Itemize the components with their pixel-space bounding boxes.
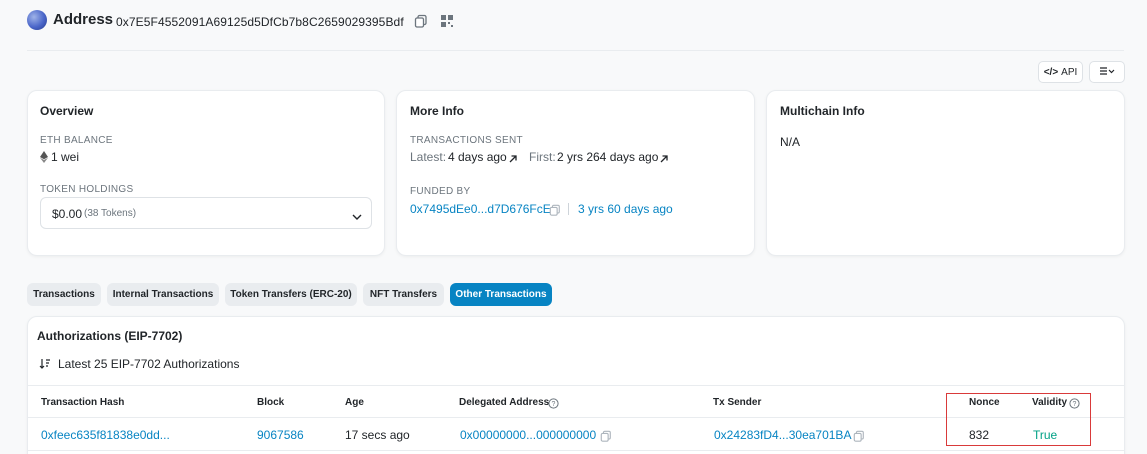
funded-by-age[interactable]: 3 yrs 60 days ago xyxy=(578,202,673,216)
tx-sender-link[interactable]: 0x24283fD4...30ea701BA xyxy=(714,428,851,442)
column-header-block: Block xyxy=(257,397,285,408)
api-button[interactable]: </> API xyxy=(1038,61,1083,83)
column-header-age[interactable]: Age xyxy=(345,397,364,408)
first-label: First: xyxy=(529,150,556,164)
authorizations-subtitle: Latest 25 EIP-7702 Authorizations xyxy=(58,357,240,371)
tx-hash-link[interactable]: 0xfeec635f81838e0dd... xyxy=(41,428,170,442)
chevron-down-icon xyxy=(352,208,362,226)
list-filter-icon xyxy=(1099,66,1115,79)
block-link[interactable]: 9067586 xyxy=(257,428,304,442)
qr-code-icon[interactable] xyxy=(440,14,454,28)
multichain-value: N/A xyxy=(780,135,801,149)
table-row-divider xyxy=(28,450,1124,451)
copy-icon[interactable] xyxy=(600,429,612,447)
overview-title: Overview xyxy=(40,104,94,118)
token-count: (38 Tokens) xyxy=(84,208,137,219)
tab-other-transactions[interactable]: Other Transactions xyxy=(450,283,552,306)
copy-icon[interactable] xyxy=(414,14,428,28)
eth-icon xyxy=(40,150,48,168)
highlight-annotation-box xyxy=(946,393,1091,446)
api-button-label: API xyxy=(1061,66,1078,78)
funded-by-address[interactable]: 0x7495dEe0...d7D676FcE xyxy=(410,202,551,216)
page-title: Address xyxy=(53,11,114,28)
help-circle-icon[interactable]: ? xyxy=(548,396,559,414)
eth-balance-value: 1 wei xyxy=(51,150,80,164)
address-value: 0x7E5F4552091A69125d5DfCb7b8C2659029395B… xyxy=(116,15,404,29)
svg-text:?: ? xyxy=(552,401,556,408)
first-value[interactable]: 2 yrs 264 days ago xyxy=(557,150,658,164)
tab-internal-transactions[interactable]: Internal Transactions xyxy=(107,283,219,306)
separator xyxy=(568,203,569,215)
tab-transactions[interactable]: Transactions xyxy=(27,283,101,306)
authorizations-title: Authorizations (EIP-7702) xyxy=(37,329,183,343)
age-value: 17 secs ago xyxy=(345,428,410,442)
view-options-button[interactable] xyxy=(1089,61,1125,83)
code-icon: </> xyxy=(1043,66,1059,78)
column-header-delegated-address: Delegated Address xyxy=(459,397,550,408)
funded-by-label: FUNDED BY xyxy=(410,186,471,197)
latest-label: Latest: xyxy=(410,150,447,164)
tab-nft-transfers[interactable]: NFT Transfers xyxy=(363,283,444,306)
header-divider xyxy=(27,50,1124,51)
transactions-sent-label: TRANSACTIONS SENT xyxy=(410,135,523,146)
token-holdings-label: TOKEN HOLDINGS xyxy=(40,184,134,195)
eth-balance-label: ETH BALANCE xyxy=(40,135,113,146)
address-avatar-icon xyxy=(27,10,47,30)
tab-token-transfers[interactable]: Token Transfers (ERC-20) xyxy=(225,283,357,306)
token-value: $0.00 xyxy=(52,207,83,221)
sort-descending-icon xyxy=(39,357,51,375)
column-header-tx-hash: Transaction Hash xyxy=(41,397,125,408)
column-header-tx-sender: Tx Sender xyxy=(713,397,762,408)
arrow-up-right-icon[interactable] xyxy=(508,151,518,169)
delegated-address-link[interactable]: 0x00000000...000000000 xyxy=(460,428,596,442)
more-info-title: More Info xyxy=(410,104,464,118)
copy-icon[interactable] xyxy=(853,429,865,447)
copy-icon[interactable] xyxy=(549,203,561,221)
arrow-up-right-icon[interactable] xyxy=(659,151,669,169)
table-divider xyxy=(28,385,1124,386)
multichain-title: Multichain Info xyxy=(780,104,865,118)
latest-value[interactable]: 4 days ago xyxy=(448,150,507,164)
